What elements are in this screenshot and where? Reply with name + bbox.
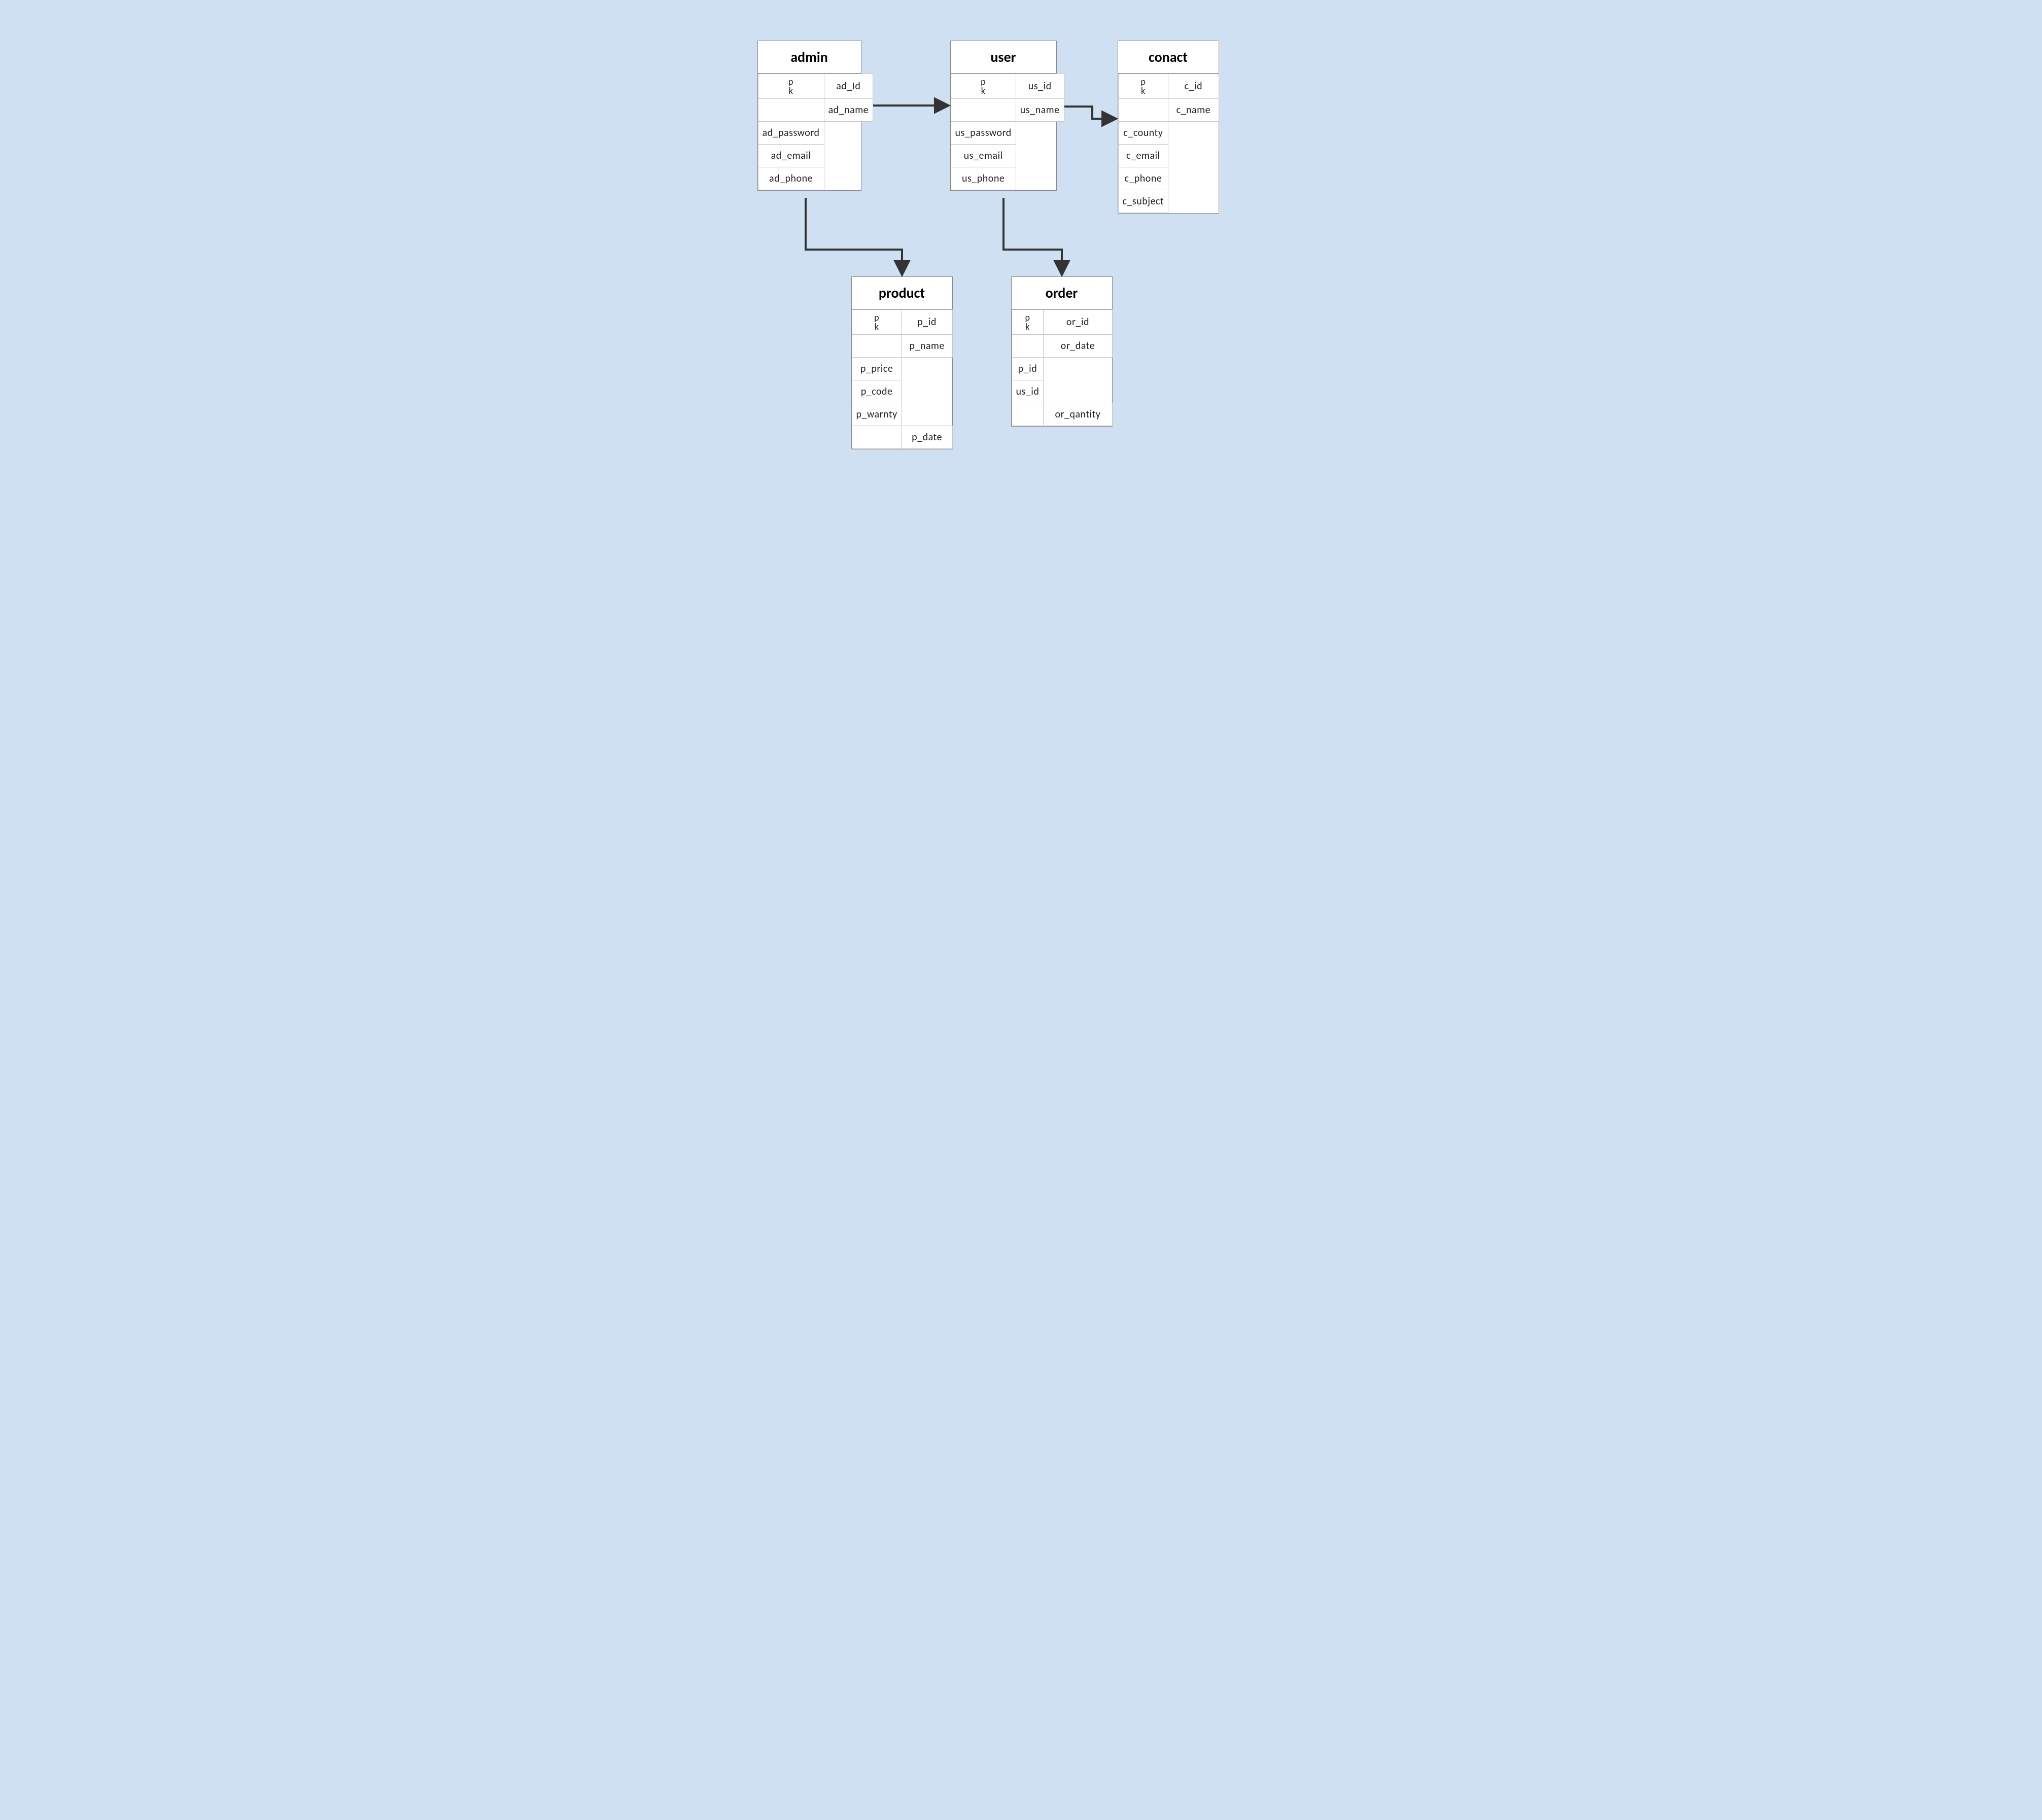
entity-order-field-0: or_id: [1044, 310, 1112, 335]
entity-product-title: product: [852, 277, 952, 309]
edge-user-to-order: [1003, 198, 1062, 275]
entity-product-field-5: p_date: [902, 426, 952, 449]
entity-user-title: user: [951, 41, 1056, 74]
entity-user-field-0: us_id: [1016, 74, 1064, 99]
edge-user-to-conact: [1057, 107, 1117, 119]
entity-product-keycol-empty-2: [852, 426, 902, 449]
entity-product: product pk p_id p_name p_price p_code p_…: [851, 276, 953, 449]
entity-user-keycol-empty: [951, 99, 1016, 122]
entity-conact-keycol-empty: [1118, 99, 1168, 122]
entity-product-pk: pk: [852, 310, 902, 335]
entity-admin-keycol-empty: [758, 99, 824, 122]
entity-user-field-3: us_email: [951, 145, 1016, 167]
entity-order-field-1: or_date: [1044, 335, 1112, 358]
entity-order-field-4: or_qantity: [1044, 403, 1112, 426]
entity-admin-field-0: ad_Id: [824, 74, 873, 99]
entity-admin-field-4: ad_phone: [758, 167, 824, 190]
entity-product-field-1: p_name: [902, 335, 952, 358]
entity-conact: conact pk c_id c_name c_county c_email c…: [1118, 41, 1219, 214]
er-diagram: admin pk ad_Id ad_name ad_password ad_em…: [727, 0, 1316, 524]
entity-admin-field-2: ad_password: [758, 122, 824, 145]
entity-admin-field-3: ad_email: [758, 145, 824, 167]
entity-admin-pk: pk: [758, 74, 824, 99]
entity-order-keycol-empty: [1012, 335, 1044, 358]
entity-user-pk: pk: [951, 74, 1016, 99]
edge-admin-to-product: [806, 198, 902, 275]
entity-admin-field-1: ad_name: [824, 99, 873, 122]
entity-conact-field-5: c_subject: [1118, 190, 1168, 213]
entity-user-field-4: us_phone: [951, 167, 1016, 190]
entity-user-field-2: us_password: [951, 122, 1016, 145]
entity-conact-title: conact: [1118, 41, 1219, 74]
entity-order-pk: pk: [1012, 310, 1044, 335]
entity-conact-field-4: c_phone: [1118, 167, 1168, 190]
entity-product-field-4: p_warnty: [852, 403, 902, 426]
entity-conact-pk: pk: [1118, 74, 1168, 99]
entity-order-field-3: us_id: [1012, 380, 1044, 403]
entity-order: order pk or_id or_date p_id us_id or_qan…: [1011, 276, 1113, 427]
entity-conact-field-1: c_name: [1168, 99, 1219, 122]
entity-order-keycol-empty-2: [1012, 403, 1044, 426]
entity-order-field-2: p_id: [1012, 358, 1044, 380]
entity-product-field-3: p_code: [852, 380, 902, 403]
entity-product-keycol-empty: [852, 335, 902, 358]
entity-user: user pk us_id us_name us_password us_ema…: [950, 41, 1057, 191]
entity-product-field-0: p_id: [902, 310, 952, 335]
entity-conact-field-0: c_id: [1168, 74, 1219, 99]
entity-product-field-2: p_price: [852, 358, 902, 380]
entity-order-title: order: [1012, 277, 1112, 309]
entity-user-field-1: us_name: [1016, 99, 1064, 122]
entity-admin: admin pk ad_Id ad_name ad_password ad_em…: [757, 41, 861, 191]
entity-conact-field-2: c_county: [1118, 122, 1168, 145]
entity-conact-field-3: c_email: [1118, 145, 1168, 167]
entity-admin-title: admin: [758, 41, 861, 74]
